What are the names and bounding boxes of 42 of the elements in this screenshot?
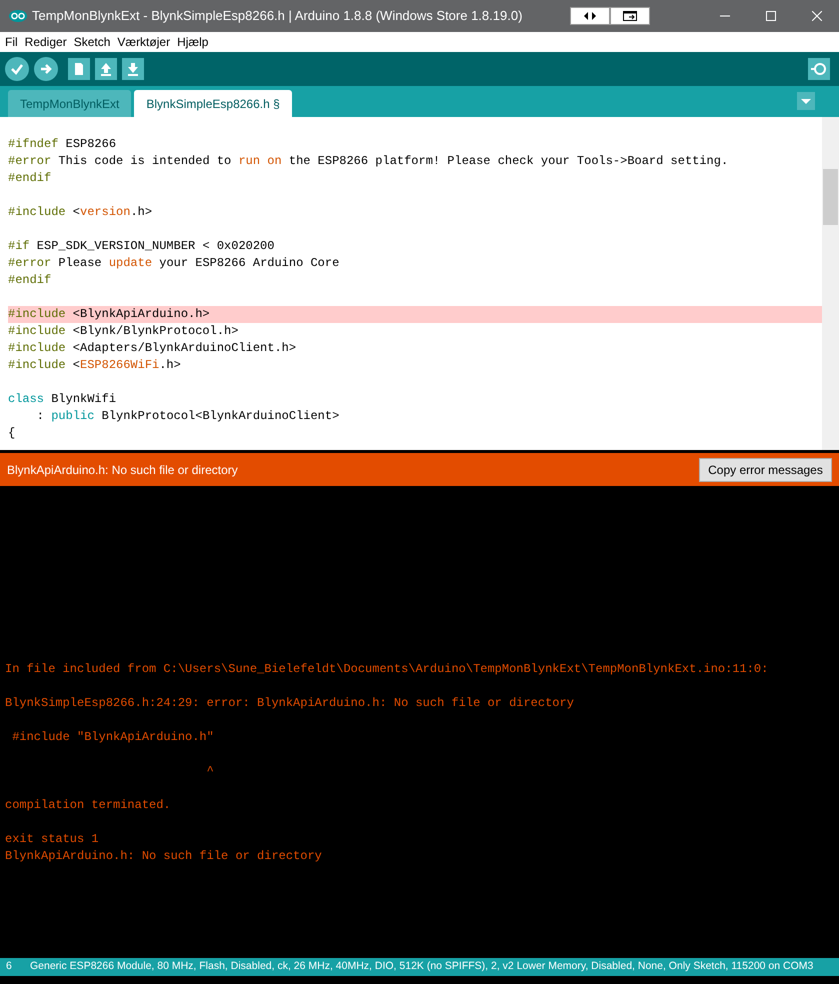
code-line: class BlynkWifi [8, 391, 118, 408]
code-line: #include <ESP8266WiFi.h> [8, 357, 182, 374]
window-icon [623, 11, 637, 21]
code-line: #include <Blynk/BlynkProtocol.h> [8, 323, 240, 340]
close-icon[interactable] [812, 11, 822, 21]
upload-icon[interactable] [34, 57, 58, 81]
console-line: BlynkSimpleEsp8266.h:24:29: error: BlynkApiArduino.h: No such file or directory [5, 695, 574, 712]
arrows-icon [584, 12, 596, 20]
file-tab[interactable]: BlynkSimpleEsp8266.h § [134, 90, 292, 117]
code-line: #include <Adapters/BlynkArduinoClient.h> [8, 340, 298, 357]
code-line: #if ESP_SDK_VERSION_NUMBER < 0x020200 [8, 238, 276, 255]
code-line: #endif [8, 272, 52, 289]
menu-item[interactable]: Værktøjer [117, 33, 170, 51]
menu-item[interactable]: Sketch [74, 33, 110, 51]
console-line: exit status 1 [5, 831, 99, 848]
code-line: #error Please update your ESP8266 Arduino Core [8, 255, 340, 272]
console-line: ^ [206, 763, 214, 780]
code-line: #ifndef ESP8266 [8, 136, 118, 153]
menu-item[interactable]: Hjælp [177, 33, 208, 51]
console-line: compilation terminated. [5, 797, 171, 814]
board-info: Generic ESP8266 Module, 80 MHz, Flash, Disabled, ck, 26 MHz, 40MHz, DIO, 512K (no SPIFFS), 2, v2 Lower Memory, Disabled, None, Only Sketch, 115200 on COM3 [30, 959, 814, 974]
code-line: #endif [8, 170, 52, 187]
error-message: BlynkApiArduino.h: No such file or directory [7, 462, 238, 478]
scrollbar[interactable] [822, 117, 839, 450]
snap-button[interactable] [570, 7, 610, 25]
menu-item[interactable]: Fil [5, 33, 18, 51]
verify-icon[interactable] [5, 57, 29, 81]
code-line: #error This code is intended to run on the ESP8266 platform! Please check your Tools->Board setting. [8, 153, 730, 170]
line-number: 6 [6, 959, 13, 974]
code-editor[interactable] [0, 117, 839, 450]
console-line: BlynkApiArduino.h: No such file or directory [5, 848, 322, 865]
window-mode-button[interactable] [610, 7, 650, 25]
window-title: TempMonBlynkExt - BlynkSimpleEsp8266.h | Arduino 1.8.8 (Windows Store 1.8.19.0) [32, 7, 522, 26]
code-line: : public BlynkProtocol<BlynkArduinoClient> [36, 408, 340, 425]
maximize-icon[interactable] [766, 11, 776, 21]
console-line: In file included from C:\Users\Sune_Bielefeldt\Documents\Arduino\TempMonBlynkExt\TempMonBlynkExt.ino:11:0: [5, 661, 768, 678]
code-line: #include <version.h> [8, 204, 154, 221]
console-line: #include "BlynkApiArduino.h" [11, 729, 214, 746]
code-line: { [8, 425, 16, 442]
infinity-icon [9, 10, 27, 22]
menu-item[interactable]: Rediger [24, 33, 67, 51]
copy-error-button[interactable]: Copy error messages [699, 458, 832, 482]
